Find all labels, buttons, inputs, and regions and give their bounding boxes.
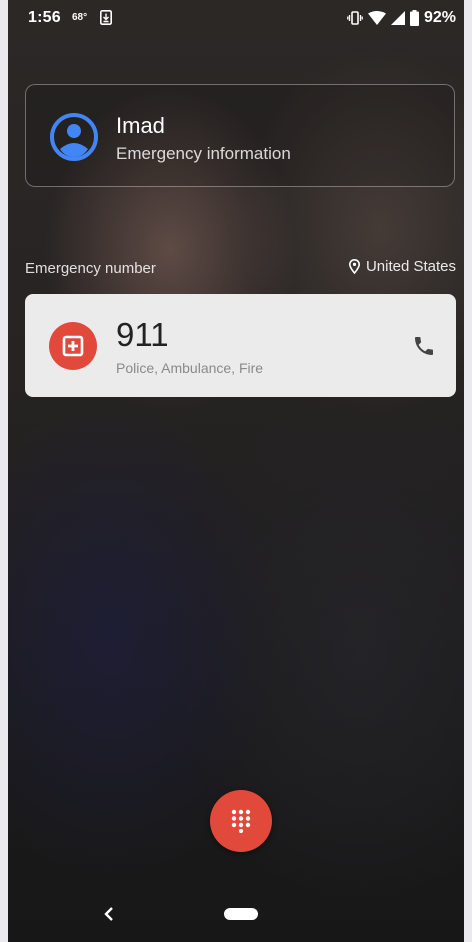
emergency-info-card[interactable]: Imad Emergency information <box>25 84 455 187</box>
contact-name: Imad <box>116 113 165 138</box>
home-pill-icon[interactable] <box>224 908 258 920</box>
emergency-services: Police, Ambulance, Fire <box>116 360 264 376</box>
screen-border-right <box>464 0 472 942</box>
dialpad-button[interactable] <box>210 790 272 852</box>
status-temperature: 68° <box>72 12 88 23</box>
account-circle-icon <box>50 113 98 161</box>
dialpad-icon <box>231 809 251 833</box>
wifi-icon <box>367 11 386 25</box>
back-icon[interactable] <box>101 904 117 924</box>
location-indicator: United States <box>348 258 456 275</box>
battery-icon <box>409 10 419 26</box>
medical-plus-icon <box>49 322 97 370</box>
emergency-call-card[interactable]: 911 Police, Ambulance, Fire <box>25 294 456 397</box>
vibrate-icon <box>347 11 363 25</box>
phone-icon[interactable] <box>412 334 436 358</box>
status-bar: 1:56 68° 92% <box>8 0 464 36</box>
status-icons: 92% <box>347 9 456 27</box>
battery-percent: 92% <box>423 9 456 26</box>
location-text: United States <box>365 258 456 275</box>
status-time: 1:56 <box>28 9 61 26</box>
signal-icon <box>390 11 405 25</box>
download-icon <box>100 10 112 25</box>
emergency-number-label: Emergency number <box>25 260 156 277</box>
emergency-number: 911 <box>116 316 169 353</box>
location-pin-icon <box>348 259 360 274</box>
contact-subtitle: Emergency information <box>116 144 291 163</box>
screen-border-left <box>0 0 8 942</box>
